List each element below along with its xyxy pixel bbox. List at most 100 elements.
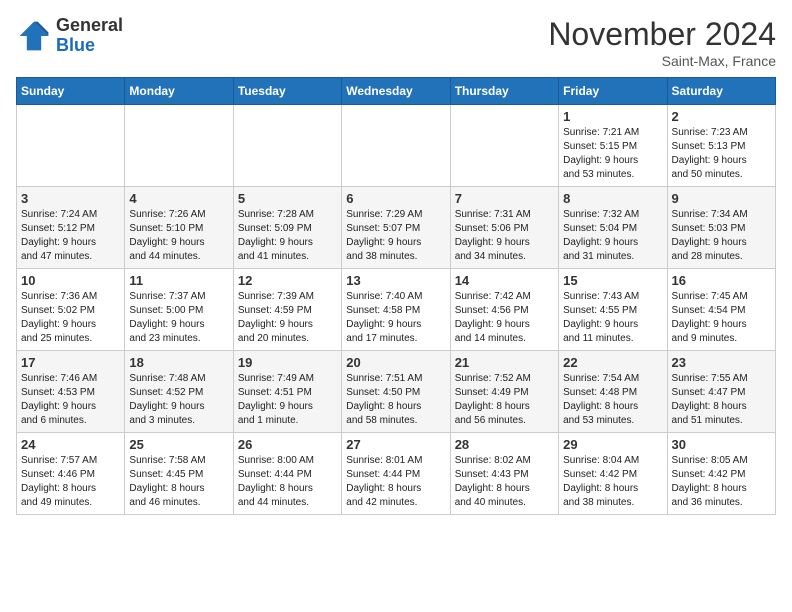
calendar-cell: 25Sunrise: 7:58 AM Sunset: 4:45 PM Dayli…: [125, 433, 233, 515]
day-info: Sunrise: 8:05 AM Sunset: 4:42 PM Dayligh…: [672, 454, 771, 510]
day-number: 29: [563, 437, 662, 452]
day-number: 28: [455, 437, 554, 452]
calendar-cell: [450, 105, 558, 187]
calendar-cell: 6 Sunrise: 7:29 AM Sunset: 5:07 PM Daylig…: [342, 187, 450, 269]
day-number: 12: [238, 273, 337, 288]
calendar-cell: 29 Sunrise: 8:04 AM Sunset: 4:42 PM Dayli…: [559, 433, 667, 515]
day-info: Sunrise: 7:48 AM Sunset: 4:52 PM Dayligh…: [129, 372, 228, 428]
day-info: Sunrise: 8:04 AM Sunset: 4:42 PM Dayligh…: [563, 454, 662, 510]
day-info: Sunrise: 7:55 AM Sunset: 4:47 PM Dayligh…: [672, 372, 771, 428]
calendar-week-1: 1Sunrise: 7:21 AM Sunset: 5:15 PM Daylig…: [17, 105, 776, 187]
calendar-cell: 21 Sunrise: 7:52 AM Sunset: 4:49 PM Dayli…: [450, 351, 558, 433]
day-number: 8: [563, 191, 662, 206]
day-number: 26: [238, 437, 337, 452]
calendar-cell: 27 Sunrise: 8:01 AM Sunset: 4:44 PM Dayli…: [342, 433, 450, 515]
logo-text: General Blue: [56, 16, 123, 56]
calendar-cell: 7 Sunrise: 7:31 AM Sunset: 5:06 PM Daylig…: [450, 187, 558, 269]
calendar-cell: 12 Sunrise: 7:39 AM Sunset: 4:59 PM Dayli…: [233, 269, 341, 351]
day-info: Sunrise: 7:39 AM Sunset: 4:59 PM Dayligh…: [238, 290, 337, 346]
day-number: 30: [672, 437, 771, 452]
day-number: 24: [21, 437, 120, 452]
calendar-header: SundayMondayTuesdayWednesdayThursdayFrid…: [17, 78, 776, 105]
calendar-cell: 19 Sunrise: 7:49 AM Sunset: 4:51 PM Dayli…: [233, 351, 341, 433]
day-number: 5: [238, 191, 337, 206]
day-info: Sunrise: 7:37 AM Sunset: 5:00 PM Dayligh…: [129, 290, 228, 346]
day-info: Sunrise: 7:58 AM Sunset: 4:45 PM Dayligh…: [129, 454, 228, 510]
day-info: Sunrise: 8:00 AM Sunset: 4:44 PM Dayligh…: [238, 454, 337, 510]
page-header: General Blue November 2024 Saint-Max, Fr…: [16, 16, 776, 69]
day-info: Sunrise: 7:34 AM Sunset: 5:03 PM Dayligh…: [672, 208, 771, 264]
day-info: Sunrise: 7:49 AM Sunset: 4:51 PM Dayligh…: [238, 372, 337, 428]
weekday-header-row: SundayMondayTuesdayWednesdayThursdayFrid…: [17, 78, 776, 105]
calendar-cell: 1Sunrise: 7:21 AM Sunset: 5:15 PM Daylig…: [559, 105, 667, 187]
calendar-cell: 15Sunrise: 7:43 AM Sunset: 4:55 PM Dayli…: [559, 269, 667, 351]
day-info: Sunrise: 7:43 AM Sunset: 4:55 PM Dayligh…: [563, 290, 662, 346]
weekday-wednesday: Wednesday: [342, 78, 450, 105]
calendar-week-3: 10Sunrise: 7:36 AM Sunset: 5:02 PM Dayli…: [17, 269, 776, 351]
calendar-cell: 26 Sunrise: 8:00 AM Sunset: 4:44 PM Dayli…: [233, 433, 341, 515]
logo: General Blue: [16, 16, 123, 56]
calendar-cell: 5 Sunrise: 7:28 AM Sunset: 5:09 PM Daylig…: [233, 187, 341, 269]
day-info: Sunrise: 7:42 AM Sunset: 4:56 PM Dayligh…: [455, 290, 554, 346]
day-number: 10: [21, 273, 120, 288]
day-number: 13: [346, 273, 445, 288]
day-info: Sunrise: 7:21 AM Sunset: 5:15 PM Dayligh…: [563, 126, 662, 182]
calendar-body: 1Sunrise: 7:21 AM Sunset: 5:15 PM Daylig…: [17, 105, 776, 515]
calendar-cell: 28 Sunrise: 8:02 AM Sunset: 4:43 PM Dayli…: [450, 433, 558, 515]
day-info: Sunrise: 7:46 AM Sunset: 4:53 PM Dayligh…: [21, 372, 120, 428]
calendar-week-4: 17 Sunrise: 7:46 AM Sunset: 4:53 PM Dayli…: [17, 351, 776, 433]
logo-icon: [16, 18, 52, 54]
day-number: 11: [129, 273, 228, 288]
calendar-week-2: 3Sunrise: 7:24 AM Sunset: 5:12 PM Daylig…: [17, 187, 776, 269]
location-label: Saint-Max, France: [548, 53, 776, 69]
calendar-cell: 22 Sunrise: 7:54 AM Sunset: 4:48 PM Dayli…: [559, 351, 667, 433]
logo-general: General: [56, 16, 123, 36]
day-number: 17: [21, 355, 120, 370]
weekday-friday: Friday: [559, 78, 667, 105]
calendar-cell: 14 Sunrise: 7:42 AM Sunset: 4:56 PM Dayli…: [450, 269, 558, 351]
weekday-monday: Monday: [125, 78, 233, 105]
day-info: Sunrise: 8:02 AM Sunset: 4:43 PM Dayligh…: [455, 454, 554, 510]
day-number: 19: [238, 355, 337, 370]
day-number: 21: [455, 355, 554, 370]
day-number: 7: [455, 191, 554, 206]
day-number: 6: [346, 191, 445, 206]
calendar-cell: 30 Sunrise: 8:05 AM Sunset: 4:42 PM Dayli…: [667, 433, 775, 515]
weekday-tuesday: Tuesday: [233, 78, 341, 105]
day-number: 14: [455, 273, 554, 288]
day-info: Sunrise: 7:40 AM Sunset: 4:58 PM Dayligh…: [346, 290, 445, 346]
day-info: Sunrise: 7:45 AM Sunset: 4:54 PM Dayligh…: [672, 290, 771, 346]
day-info: Sunrise: 8:01 AM Sunset: 4:44 PM Dayligh…: [346, 454, 445, 510]
day-number: 22: [563, 355, 662, 370]
calendar-cell: 20Sunrise: 7:51 AM Sunset: 4:50 PM Dayli…: [342, 351, 450, 433]
month-title: November 2024: [548, 16, 776, 53]
day-number: 2: [672, 109, 771, 124]
weekday-saturday: Saturday: [667, 78, 775, 105]
day-info: Sunrise: 7:29 AM Sunset: 5:07 PM Dayligh…: [346, 208, 445, 264]
calendar-cell: 3Sunrise: 7:24 AM Sunset: 5:12 PM Daylig…: [17, 187, 125, 269]
calendar-cell: 18Sunrise: 7:48 AM Sunset: 4:52 PM Dayli…: [125, 351, 233, 433]
calendar-cell: 16 Sunrise: 7:45 AM Sunset: 4:54 PM Dayli…: [667, 269, 775, 351]
day-info: Sunrise: 7:32 AM Sunset: 5:04 PM Dayligh…: [563, 208, 662, 264]
weekday-sunday: Sunday: [17, 78, 125, 105]
calendar-cell: [233, 105, 341, 187]
day-number: 27: [346, 437, 445, 452]
calendar-week-5: 24Sunrise: 7:57 AM Sunset: 4:46 PM Dayli…: [17, 433, 776, 515]
day-info: Sunrise: 7:31 AM Sunset: 5:06 PM Dayligh…: [455, 208, 554, 264]
day-number: 23: [672, 355, 771, 370]
day-info: Sunrise: 7:51 AM Sunset: 4:50 PM Dayligh…: [346, 372, 445, 428]
day-info: Sunrise: 7:54 AM Sunset: 4:48 PM Dayligh…: [563, 372, 662, 428]
calendar-cell: 11 Sunrise: 7:37 AM Sunset: 5:00 PM Dayli…: [125, 269, 233, 351]
calendar-cell: 2Sunrise: 7:23 AM Sunset: 5:13 PM Daylig…: [667, 105, 775, 187]
day-info: Sunrise: 7:24 AM Sunset: 5:12 PM Dayligh…: [21, 208, 120, 264]
calendar-cell: 23 Sunrise: 7:55 AM Sunset: 4:47 PM Dayli…: [667, 351, 775, 433]
calendar-cell: [342, 105, 450, 187]
day-info: Sunrise: 7:26 AM Sunset: 5:10 PM Dayligh…: [129, 208, 228, 264]
day-info: Sunrise: 7:52 AM Sunset: 4:49 PM Dayligh…: [455, 372, 554, 428]
day-info: Sunrise: 7:28 AM Sunset: 5:09 PM Dayligh…: [238, 208, 337, 264]
weekday-thursday: Thursday: [450, 78, 558, 105]
day-number: 9: [672, 191, 771, 206]
calendar-table: SundayMondayTuesdayWednesdayThursdayFrid…: [16, 77, 776, 515]
day-number: 16: [672, 273, 771, 288]
calendar-cell: 13 Sunrise: 7:40 AM Sunset: 4:58 PM Dayli…: [342, 269, 450, 351]
